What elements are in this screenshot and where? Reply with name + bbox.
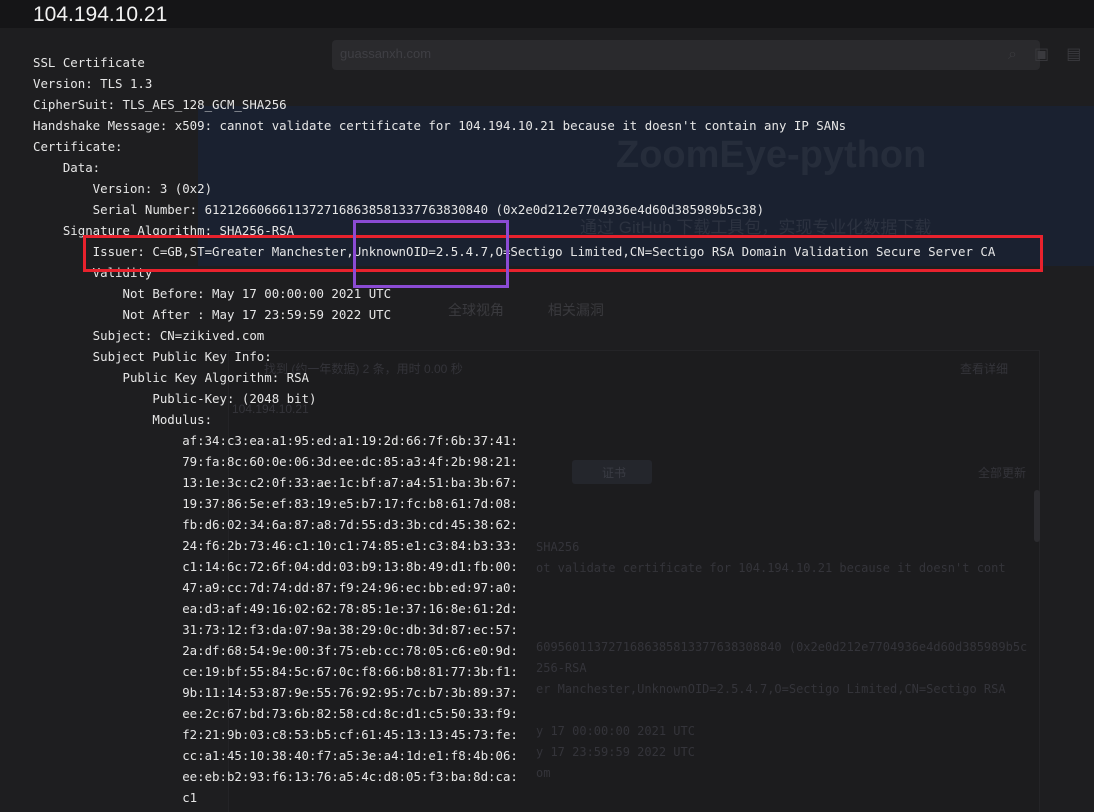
- modulus-line: af:34:c3:ea:a1:95:ed:a1:19:2d:66:7f:6b:3…: [33, 433, 518, 448]
- modulus-line: 31:73:12:f3:da:07:9a:38:29:0c:db:3d:87:e…: [33, 622, 518, 637]
- cert-line: Version: 3 (0x2): [33, 181, 213, 196]
- modulus-line: 24:f6:2b:73:46:c1:10:c1:74:85:e1:c3:84:b…: [33, 538, 518, 553]
- modulus-line: 9b:11:14:53:87:9e:55:76:92:95:7c:b7:3b:8…: [33, 685, 518, 700]
- cert-line: Public-Key: (2048 bit): [33, 391, 317, 406]
- cert-line: Not After : May 17 23:59:59 2022 UTC: [33, 307, 392, 322]
- modulus-line: cc:a1:45:10:38:40:f7:a5:3e:a4:1d:e1:f8:4…: [33, 748, 518, 763]
- unknown-oid-highlight-box: [353, 220, 509, 288]
- cert-line: Subject: CN=zikived.com: [33, 328, 265, 343]
- modulus-line: c1: [33, 790, 198, 805]
- modulus-line: f2:21:9b:03:c8:53:b5:cf:61:45:13:13:45:7…: [33, 727, 518, 742]
- background-scrollbar: [1034, 490, 1040, 542]
- screenshot-stage: guassanxh.com ⌕ ▣ ▤ ZoomEye-python 通过 Gi…: [0, 0, 1094, 812]
- cert-line: CipherSuit: TLS_AES_128_GCM_SHA256: [33, 97, 287, 112]
- cert-line: Serial Number: 6121266066611372716863858…: [33, 202, 765, 217]
- cert-line: Version: TLS 1.3: [33, 76, 153, 91]
- cert-line: Public Key Algorithm: RSA: [33, 370, 310, 385]
- cert-line: Modulus:: [33, 412, 213, 427]
- modulus-line: fb:d6:02:34:6a:87:a8:7d:55:d3:3b:cd:45:3…: [33, 517, 518, 532]
- modulus-line: 13:1e:3c:c2:0f:33:ae:1c:bf:a7:a4:51:ba:3…: [33, 475, 518, 490]
- issuer-highlight-box: [83, 235, 1043, 272]
- modulus-line: ee:eb:b2:93:f6:13:76:a5:4c:d8:05:f3:ba:8…: [33, 769, 518, 784]
- cert-line: Data:: [33, 160, 101, 175]
- cert-line: SSL Certificate: [33, 55, 145, 70]
- modulus-line: 79:fa:8c:60:0e:06:3d:ee:dc:85:a3:4f:2b:9…: [33, 454, 518, 469]
- modulus-line: ce:19:bf:55:84:5c:67:0c:f8:66:b8:81:77:3…: [33, 664, 518, 679]
- modulus-line: ee:2c:67:bd:73:6b:82:58:cd:8c:d1:c5:50:3…: [33, 706, 518, 721]
- certificate-text: SSL Certificate Version: TLS 1.3 CipherS…: [33, 52, 995, 808]
- modulus-line: ea:d3:af:49:16:02:62:78:85:1e:37:16:8e:6…: [33, 601, 518, 616]
- modulus-line: 47:a9:cc:7d:74:dd:87:f9:24:96:ec:bb:ed:9…: [33, 580, 518, 595]
- modulus-line: c1:14:6c:72:6f:04:dd:03:b9:13:8b:49:d1:f…: [33, 559, 518, 574]
- cert-line: Certificate:: [33, 139, 123, 154]
- cert-line: Not Before: May 17 00:00:00 2021 UTC: [33, 286, 392, 301]
- cert-line: Subject Public Key Info:: [33, 349, 272, 364]
- background-search-icons: ⌕ ▣ ▤: [1008, 44, 1088, 63]
- cert-line: Handshake Message: x509: cannot validate…: [33, 118, 847, 133]
- modulus-line: 2a:df:68:54:9e:00:3f:75:eb:cc:78:05:c6:e…: [33, 643, 518, 658]
- modulus-line: 19:37:86:5e:ef:83:19:e5:b7:17:fc:b8:61:7…: [33, 496, 518, 511]
- overlay-ip-title: 104.194.10.21: [33, 3, 168, 26]
